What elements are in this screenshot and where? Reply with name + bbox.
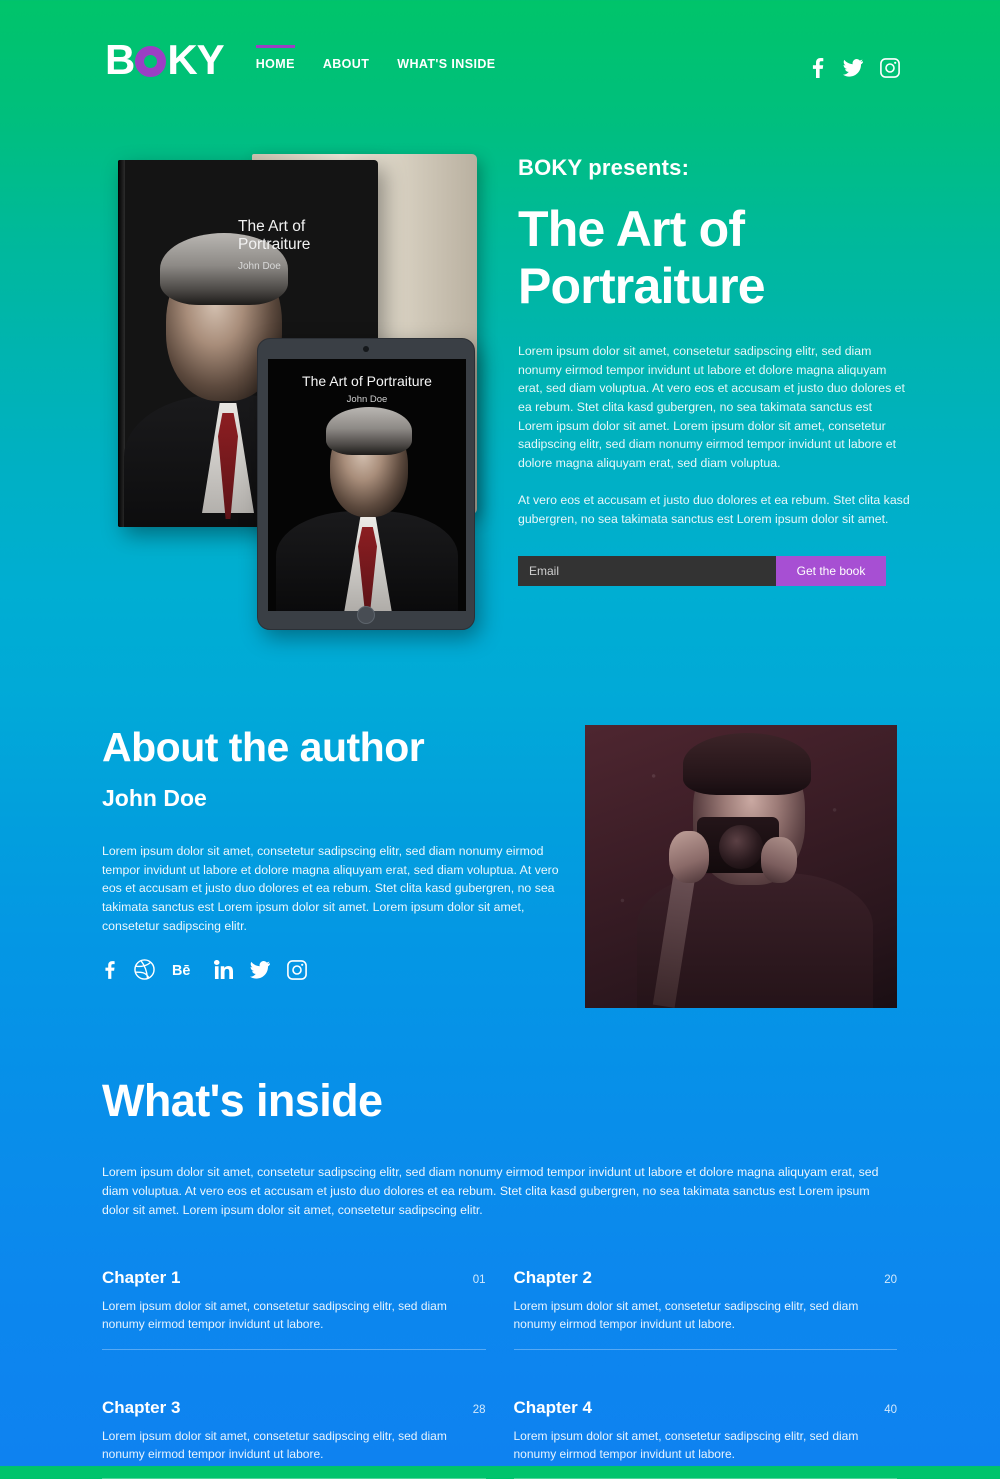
chapter-item[interactable]: Chapter 4 40 Lorem ipsum dolor sit amet,… <box>513 1397 897 1479</box>
tablet-book-title: The Art of Portraiture <box>302 373 432 389</box>
author-photo <box>585 725 897 1008</box>
facebook-icon[interactable] <box>809 58 826 78</box>
book-mockup: The Art of Portraiture John Doe The Art … <box>100 140 490 640</box>
main-navigation: HOME ABOUT WHAT'S INSIDE <box>255 45 496 71</box>
hero-paragraph-1: Lorem ipsum dolor sit amet, consetetur s… <box>518 344 905 471</box>
linkedin-icon[interactable] <box>214 960 233 984</box>
chapter-page-number: 20 <box>884 1274 897 1287</box>
hero-kicker: BOKY presents: <box>518 155 690 180</box>
logo-letter-b: B <box>105 36 135 83</box>
whats-inside-section: What's inside Lorem ipsum dolor sit amet… <box>0 1075 1000 1479</box>
chapter-item[interactable]: Chapter 2 20 Lorem ipsum dolor sit amet,… <box>513 1268 897 1351</box>
twitter-icon[interactable] <box>843 59 863 77</box>
hero-title: The Art of Portraiture <box>518 201 766 314</box>
chapter-description: Lorem ipsum dolor sit amet, consetetur s… <box>102 1428 447 1461</box>
tablet-book-author: John Doe <box>346 394 388 405</box>
tablet-mockup: The Art of Portraiture John Doe <box>257 338 475 630</box>
author-bio: Lorem ipsum dolor sit amet, consetetur s… <box>102 844 559 933</box>
site-header: B KY HOME ABOUT WHAT'S INSIDE <box>0 0 1000 120</box>
instagram-icon[interactable] <box>287 960 307 985</box>
get-the-book-button[interactable]: Get the book <box>776 556 886 587</box>
chapter-title: Chapter 1 <box>102 1268 181 1288</box>
chapter-title: Chapter 2 <box>513 1268 592 1288</box>
instagram-icon[interactable] <box>880 58 900 78</box>
book-cover-text: The Art of Portraiture John Doe <box>238 218 366 273</box>
chapter-item[interactable]: Chapter 1 01 Lorem ipsum dolor sit amet,… <box>102 1268 486 1351</box>
logo-ring-o <box>135 45 167 77</box>
svg-text:Bē: Bē <box>172 963 190 979</box>
author-social-links: Bē <box>102 959 577 985</box>
dribbble-icon[interactable] <box>134 959 155 985</box>
chapter-page-number: 01 <box>472 1274 486 1287</box>
behance-icon[interactable]: Bē <box>172 961 197 984</box>
book-cover-author: John Doe <box>238 260 281 272</box>
tablet-home-button-icon <box>357 606 375 624</box>
about-author-section: About the author John Doe Lorem ipsum do… <box>0 700 1000 1030</box>
facebook-icon[interactable] <box>102 960 117 985</box>
nav-item-home[interactable]: HOME <box>255 45 295 71</box>
chapter-description: Lorem ipsum dolor sit amet, consetetur s… <box>513 1299 859 1332</box>
chapter-description: Lorem ipsum dolor sit amet, consetetur s… <box>102 1299 447 1332</box>
twitter-icon[interactable] <box>250 960 270 984</box>
logo-letters-ky: KY <box>167 36 224 83</box>
chapter-item[interactable]: Chapter 3 28 Lorem ipsum dolor sit amet,… <box>102 1398 486 1479</box>
author-name: John Doe <box>102 785 207 811</box>
email-signup-form: Get the book <box>518 556 886 587</box>
chapter-title: Chapter 4 <box>513 1397 592 1417</box>
hero-content: BOKY presents: The Art of Portraiture Lo… <box>518 155 910 587</box>
chapter-list: Chapter 1 01 Lorem ipsum dolor sit amet,… <box>102 1268 897 1479</box>
header-social-links <box>809 58 900 78</box>
book-cover-title: The Art of Portraiture <box>238 218 311 253</box>
nav-item-about[interactable]: ABOUT <box>323 49 369 71</box>
email-input[interactable] <box>518 556 776 587</box>
hero-section: The Art of Portraiture John Doe The Art … <box>0 120 1000 660</box>
author-content: About the author John Doe Lorem ipsum do… <box>102 724 577 985</box>
chapter-page-number: 40 <box>884 1403 897 1416</box>
author-heading: About the author <box>102 724 425 770</box>
whats-inside-intro: Lorem ipsum dolor sit amet, consetetur s… <box>102 1165 879 1218</box>
hero-paragraph-2: At vero eos et accusam et justo duo dolo… <box>518 492 910 526</box>
chapter-page-number: 28 <box>472 1403 486 1416</box>
tablet-camera-icon <box>363 346 369 352</box>
whats-inside-heading: What's inside <box>102 1075 383 1126</box>
chapter-title: Chapter 3 <box>102 1397 181 1417</box>
tablet-screen: The Art of Portraiture John Doe <box>268 359 466 611</box>
nav-item-whats-inside[interactable]: WHAT'S INSIDE <box>397 49 495 71</box>
chapter-description: Lorem ipsum dolor sit amet, consetetur s… <box>513 1428 859 1461</box>
brand-logo[interactable]: B KY <box>105 36 225 83</box>
landing-page: B KY HOME ABOUT WHAT'S INSIDE The Art of… <box>0 0 1000 1479</box>
